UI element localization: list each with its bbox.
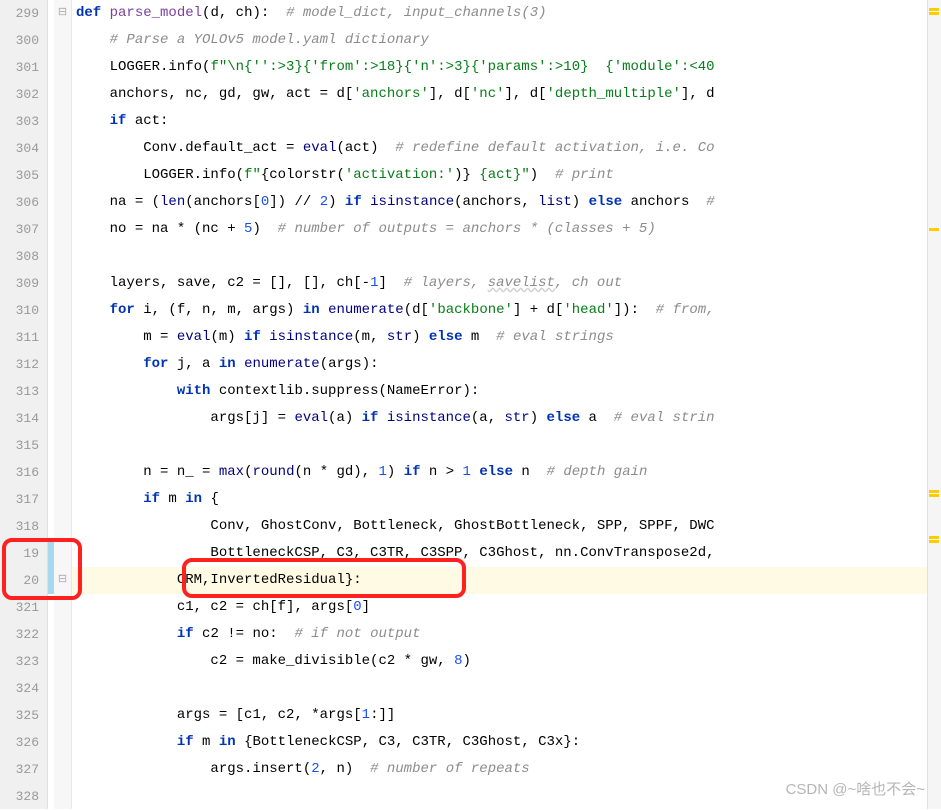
minimap-marker[interactable] (929, 540, 939, 543)
line-number: 302 (4, 81, 39, 108)
code-line[interactable] (72, 432, 941, 459)
line-number: 309 (4, 270, 39, 297)
code-line[interactable]: na = (len(anchors[0]) // 2) if isinstanc… (72, 189, 941, 216)
code-line[interactable]: anchors, nc, gd, gw, act = d['anchors'],… (72, 81, 941, 108)
line-number: 323 (4, 648, 39, 675)
fold-column: ⊟ ⊟ (54, 0, 72, 809)
minimap-marker[interactable] (929, 494, 939, 497)
fold-icon[interactable]: ⊟ (54, 567, 71, 594)
line-number: 321 (4, 594, 39, 621)
minimap-marker[interactable] (929, 228, 939, 231)
line-number: 314 (4, 405, 39, 432)
line-number: 322 (4, 621, 39, 648)
line-number: 304 (4, 135, 39, 162)
minimap-marker[interactable] (929, 12, 939, 15)
code-line[interactable]: layers, save, c2 = [], [], ch[-1] # laye… (72, 270, 941, 297)
code-editor[interactable]: 299 300 301 302 303 304 305 306 307 308 … (0, 0, 941, 809)
line-number: 300 (4, 27, 39, 54)
line-number: 299 (4, 0, 39, 27)
minimap-marker[interactable] (929, 490, 939, 493)
code-line[interactable]: LOGGER.info(f"\n{'':>3}{'from':>18}{'n':… (72, 54, 941, 81)
code-line[interactable] (72, 243, 941, 270)
code-line[interactable]: LOGGER.info(f"{colorstr('activation:')} … (72, 162, 941, 189)
code-line[interactable]: no = na * (nc + 5) # number of outputs =… (72, 216, 941, 243)
line-number: 318 (4, 513, 39, 540)
code-area[interactable]: def parse_model(d, ch): # model_dict, in… (72, 0, 941, 809)
code-line-highlighted[interactable]: CRM,InvertedResidual}: (72, 567, 941, 594)
line-number-gutter: 299 300 301 302 303 304 305 306 307 308 … (0, 0, 48, 809)
code-line[interactable]: if m in { (72, 486, 941, 513)
code-line[interactable]: # Parse a YOLOv5 model.yaml dictionary (72, 27, 941, 54)
line-number: 326 (4, 729, 39, 756)
code-line[interactable]: if act: (72, 108, 941, 135)
line-number: 325 (4, 702, 39, 729)
code-line[interactable]: Conv.default_act = eval(act) # redefine … (72, 135, 941, 162)
line-number: 306 (4, 189, 39, 216)
line-number: 324 (4, 675, 39, 702)
line-number: 327 (4, 756, 39, 783)
minimap-marker[interactable] (929, 536, 939, 539)
line-number: 328 (4, 783, 39, 810)
code-line[interactable] (72, 675, 941, 702)
code-line[interactable]: c1, c2 = ch[f], args[0] (72, 594, 941, 621)
line-number: 305 (4, 162, 39, 189)
minimap-marker[interactable] (929, 8, 939, 11)
code-line[interactable]: for i, (f, n, m, args) in enumerate(d['b… (72, 297, 941, 324)
line-number: 19 (4, 540, 39, 567)
line-number: 311 (4, 324, 39, 351)
code-line[interactable]: for j, a in enumerate(args): (72, 351, 941, 378)
fold-icon[interactable]: ⊟ (54, 0, 71, 27)
line-number: 303 (4, 108, 39, 135)
code-line[interactable]: BottleneckCSP, C3, C3TR, C3SPP, C3Ghost,… (72, 540, 941, 567)
watermark-text: CSDN @~啥也不会~ (786, 778, 925, 799)
line-number: 301 (4, 54, 39, 81)
code-line[interactable]: args[j] = eval(a) if isinstance(a, str) … (72, 405, 941, 432)
code-line[interactable]: c2 = make_divisible(c2 * gw, 8) (72, 648, 941, 675)
code-line[interactable]: if m in {BottleneckCSP, C3, C3TR, C3Ghos… (72, 729, 941, 756)
line-number: 312 (4, 351, 39, 378)
code-line[interactable]: Conv, GhostConv, Bottleneck, GhostBottle… (72, 513, 941, 540)
code-line[interactable]: n = n_ = max(round(n * gd), 1) if n > 1 … (72, 459, 941, 486)
line-number: 307 (4, 216, 39, 243)
code-line[interactable]: args = [c1, c2, *args[1:]] (72, 702, 941, 729)
line-number: 316 (4, 459, 39, 486)
code-line[interactable]: with contextlib.suppress(NameError): (72, 378, 941, 405)
line-number: 313 (4, 378, 39, 405)
code-line[interactable]: if c2 != no: # if not output (72, 621, 941, 648)
line-number: 308 (4, 243, 39, 270)
code-line[interactable]: m = eval(m) if isinstance(m, str) else m… (72, 324, 941, 351)
line-number: 20 (4, 567, 39, 594)
code-line[interactable]: def parse_model(d, ch): # model_dict, in… (72, 0, 941, 27)
line-number: 310 (4, 297, 39, 324)
line-number: 315 (4, 432, 39, 459)
minimap-scrollbar[interactable] (927, 0, 941, 809)
line-number: 317 (4, 486, 39, 513)
